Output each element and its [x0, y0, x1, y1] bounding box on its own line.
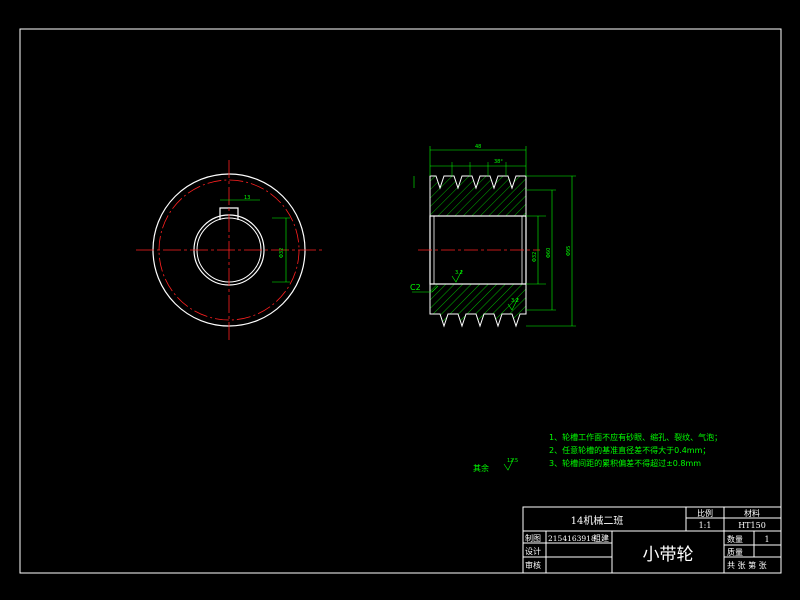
roughness-other: 其余 12.5 — [473, 457, 518, 473]
section-view: 48 38° Φ32 Φ60 Φ95 C2 3.2 3.2 — [410, 144, 576, 328]
roughness-symbol-1: 3.2 — [455, 270, 463, 276]
drawing-frame — [19, 28, 782, 574]
outer-dimension: Φ95 — [566, 246, 572, 256]
drawn-label: 制图 — [525, 533, 541, 543]
note-3: 3、轮槽间距的累积偏差不得超过±0.8mm — [549, 458, 701, 468]
front-view: 13 Φ32 — [136, 160, 322, 342]
note-1: 1、轮槽工作面不应有砂眼、缩孔、裂纹、气泡； — [549, 432, 722, 442]
hub-dimension: Φ60 — [546, 248, 552, 258]
roughness-other-value: 12.5 — [507, 458, 518, 464]
roughness-other-label: 其余 — [473, 463, 489, 473]
material-value: HT150 — [738, 521, 766, 530]
groove-angle-dimension: 38° — [494, 159, 503, 165]
width-dimension: 48 — [475, 144, 481, 150]
note-2: 2、任意轮槽的基准直径差不得大于0.4mm； — [549, 445, 710, 455]
material-label: 材料 — [744, 508, 760, 518]
quantity-label: 数量 — [727, 534, 743, 544]
chamfer-label: C2 — [410, 283, 421, 292]
bore-dimension: Φ32 — [279, 248, 285, 258]
sheet-info: 共 张 第 张 — [727, 560, 767, 570]
scale-value: 1:1 — [699, 521, 712, 530]
part-name: 小带轮 — [643, 545, 694, 565]
drawing-sheet: 13 Φ32 48 38° Φ32 Φ60 Φ95 C2 3.2 3.2 1、轮… — [19, 28, 782, 574]
roughness-symbol-2: 3.2 — [511, 298, 519, 304]
keyway-dimension: 13 — [244, 195, 250, 201]
scale-label: 比例 — [697, 508, 713, 518]
drawn-name: 祖建 — [593, 533, 609, 543]
design-label: 设计 — [525, 546, 541, 556]
upper-section-hatch — [429, 175, 527, 217]
class-name: 14机械二班 — [571, 514, 624, 527]
bore-section-dimension: Φ32 — [532, 252, 538, 262]
review-label: 审核 — [525, 560, 541, 570]
technical-notes: 1、轮槽工作面不应有砂眼、缩孔、裂纹、气泡； 2、任意轮槽的基准直径差不得大于0… — [549, 432, 722, 468]
lower-section-hatch — [429, 283, 527, 328]
mass-label: 质量 — [727, 547, 743, 557]
quantity-value: 1 — [764, 535, 769, 544]
drawn-value: 2154163918 — [548, 534, 596, 543]
